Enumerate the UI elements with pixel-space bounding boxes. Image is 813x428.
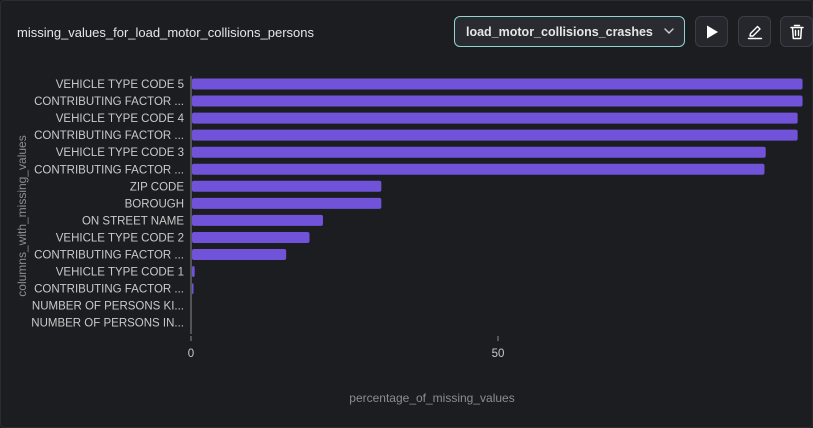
y-tick-label: VEHICLE TYPE CODE 2: [56, 232, 184, 244]
y-tick-label: NUMBER OF PERSONS KI...: [32, 301, 184, 313]
bar-chart: VEHICLE TYPE CODE 5 CONTRIBUTING FACTOR .…: [15, 76, 803, 405]
y-tick-label: CONTRIBUTING FACTOR ...: [34, 130, 184, 142]
bar[interactable]: [192, 95, 803, 107]
bar[interactable]: [192, 129, 798, 141]
y-tick-label: CONTRIBUTING FACTOR ...: [34, 284, 184, 296]
y-tick-label: CONTRIBUTING FACTOR ...: [34, 250, 184, 262]
x-tick-label: 0: [188, 348, 194, 360]
bar[interactable]: [192, 78, 803, 90]
y-axis-title: columns_with_missing_values: [15, 135, 29, 296]
y-tick-label: CONTRIBUTING FACTOR ...: [34, 96, 184, 108]
y-tick-label: BOROUGH: [125, 198, 184, 210]
x-ticks: 0 50: [188, 336, 505, 360]
y-tick-label: VEHICLE TYPE CODE 5: [56, 79, 184, 91]
y-tick-label: VEHICLE TYPE CODE 1: [56, 267, 184, 279]
bar[interactable]: [192, 266, 195, 278]
bar[interactable]: [192, 283, 194, 295]
y-tick-label: CONTRIBUTING FACTOR ...: [34, 164, 184, 176]
y-tick-label: ON STREET NAME: [82, 215, 184, 227]
bar[interactable]: [192, 214, 324, 226]
bars: [192, 78, 803, 295]
y-tick-label: ZIP CODE: [130, 181, 184, 193]
bar[interactable]: [192, 112, 798, 124]
bar[interactable]: [192, 180, 382, 192]
bar[interactable]: [192, 197, 382, 209]
bar[interactable]: [192, 163, 765, 175]
bar[interactable]: [192, 146, 766, 158]
x-tick-label: 50: [492, 348, 505, 360]
y-tick-label: VEHICLE TYPE CODE 3: [56, 147, 184, 159]
bar[interactable]: [192, 231, 310, 243]
bar[interactable]: [192, 249, 287, 260]
y-tick-label: NUMBER OF PERSONS IN...: [31, 318, 184, 330]
y-tick-labels: VEHICLE TYPE CODE 5 CONTRIBUTING FACTOR .…: [31, 79, 184, 330]
x-axis-title: percentage_of_missing_values: [349, 391, 514, 405]
y-tick-label: VEHICLE TYPE CODE 4: [56, 113, 185, 125]
